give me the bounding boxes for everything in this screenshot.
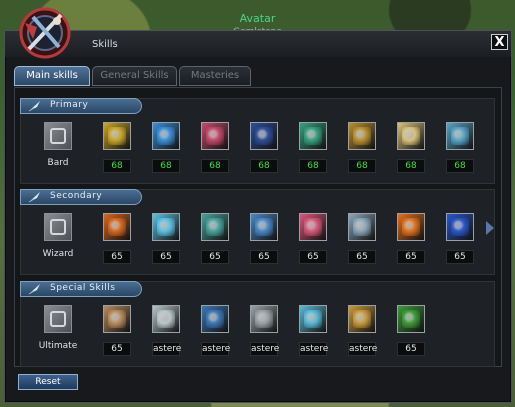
section-special-skills: Special Skills Ultimate 65 astere astere aste… bbox=[20, 281, 495, 367]
skill-glyph bbox=[402, 218, 420, 236]
ice-shard-icon[interactable] bbox=[250, 213, 278, 241]
tab-main-skills[interactable]: Main skills bbox=[14, 66, 90, 86]
reset-button[interactable]: Reset bbox=[18, 374, 78, 390]
skill-glyph bbox=[353, 218, 371, 236]
skill-glyph bbox=[157, 127, 175, 145]
quill-icon bbox=[28, 192, 40, 203]
skill-value: 68 bbox=[103, 159, 131, 173]
music-blue-icon[interactable] bbox=[152, 122, 180, 150]
flame-orb-icon[interactable] bbox=[397, 213, 425, 241]
quill-icon bbox=[28, 284, 40, 295]
swirl-icon[interactable] bbox=[348, 213, 376, 241]
skill-value: astere bbox=[348, 342, 378, 356]
window-title: Skills bbox=[92, 39, 118, 50]
skill-glyph bbox=[157, 218, 175, 236]
skill-value: astere bbox=[201, 342, 231, 356]
scroll-icon[interactable] bbox=[103, 305, 131, 333]
heart-pink-icon[interactable] bbox=[299, 213, 327, 241]
skill-value: 65 bbox=[152, 250, 180, 264]
class-label: Ultimate bbox=[38, 341, 78, 351]
skill-value: 68 bbox=[152, 159, 180, 173]
skill-glyph bbox=[255, 127, 273, 145]
skill-glyph bbox=[108, 127, 126, 145]
wave-blue-icon[interactable] bbox=[446, 122, 474, 150]
skill-glyph bbox=[451, 218, 469, 236]
skill-glyph bbox=[157, 310, 175, 328]
skill-value: 65 bbox=[348, 250, 376, 264]
skill-glyph bbox=[304, 218, 322, 236]
skill-glyph bbox=[206, 310, 224, 328]
heart-green-icon[interactable] bbox=[201, 122, 229, 150]
skill-glyph bbox=[451, 127, 469, 145]
skills-emblem-icon bbox=[19, 7, 71, 59]
section-title: Special Skills bbox=[50, 283, 116, 293]
next-page-arrow-icon[interactable] bbox=[486, 221, 494, 235]
skill-glyph bbox=[255, 310, 273, 328]
quill-icon bbox=[28, 101, 40, 112]
skill-glyph bbox=[402, 310, 420, 328]
ice-bolt-icon[interactable] bbox=[152, 213, 180, 241]
class-label: Wizard bbox=[42, 249, 74, 259]
class-emblem-icon bbox=[44, 122, 72, 150]
cross-gold-icon[interactable] bbox=[397, 122, 425, 150]
skills-window: Skills X Main skills General Skills Mast… bbox=[4, 7, 512, 403]
skill-value: 68 bbox=[299, 159, 327, 173]
section-primary: Primary Bard 68 68 68 68 68 68 68 68 bbox=[20, 98, 495, 184]
skill-glyph bbox=[353, 310, 371, 328]
skill-glyph bbox=[255, 218, 273, 236]
skill-glyph bbox=[108, 218, 126, 236]
class-label: Bard bbox=[47, 158, 69, 168]
skill-value: astere bbox=[299, 342, 329, 356]
harp-gold-icon[interactable] bbox=[348, 122, 376, 150]
tab-masteries[interactable]: Masteries bbox=[179, 66, 251, 86]
avatar-name: Avatar bbox=[239, 12, 276, 25]
skill-value: 65 bbox=[103, 250, 131, 264]
section-title: Primary bbox=[50, 100, 89, 110]
skill-value: 68 bbox=[348, 159, 376, 173]
skill-glyph bbox=[353, 127, 371, 145]
shield-gold-icon[interactable] bbox=[250, 122, 278, 150]
figure-blue-icon[interactable] bbox=[201, 305, 229, 333]
feather-icon[interactable] bbox=[152, 305, 180, 333]
skill-value: 65 bbox=[250, 250, 278, 264]
skill-glyph bbox=[402, 127, 420, 145]
skill-value: 65 bbox=[201, 250, 229, 264]
skill-value: 68 bbox=[250, 159, 278, 173]
section-header-secondary: Secondary bbox=[20, 189, 142, 205]
skill-value: astere bbox=[152, 342, 182, 356]
skill-value: 68 bbox=[201, 159, 229, 173]
lyre-gold-icon[interactable] bbox=[103, 122, 131, 150]
lightning-blue-icon[interactable] bbox=[446, 213, 474, 241]
skull-icon[interactable] bbox=[250, 305, 278, 333]
gem-gold-icon[interactable] bbox=[348, 305, 376, 333]
skill-value: 65 bbox=[397, 342, 425, 356]
class-emblem-icon bbox=[44, 305, 72, 333]
skill-value: 65 bbox=[299, 250, 327, 264]
skill-glyph bbox=[206, 127, 224, 145]
window-titlebar[interactable] bbox=[5, 31, 511, 57]
class-emblem-icon bbox=[44, 213, 72, 241]
skill-value: 68 bbox=[446, 159, 474, 173]
skill-value: 65 bbox=[397, 250, 425, 264]
leaf-green-icon[interactable] bbox=[397, 305, 425, 333]
close-button[interactable]: X bbox=[491, 34, 508, 50]
skill-value: 68 bbox=[397, 159, 425, 173]
fireball-icon[interactable] bbox=[103, 213, 131, 241]
skill-value: 65 bbox=[103, 342, 131, 356]
skills-panel: Primary Bard 68 68 68 68 68 68 68 68 Secondary Wiz… bbox=[14, 87, 502, 367]
skill-value: astere bbox=[250, 342, 280, 356]
skill-glyph bbox=[108, 310, 126, 328]
skill-value: 65 bbox=[446, 250, 474, 264]
section-title: Secondary bbox=[50, 191, 103, 201]
section-secondary: Secondary Wizard 65 65 65 65 65 65 65 65 bbox=[20, 189, 495, 275]
ring-green-icon[interactable] bbox=[201, 213, 229, 241]
spirit-cyan-icon[interactable] bbox=[299, 305, 327, 333]
skill-glyph bbox=[304, 127, 322, 145]
skill-glyph bbox=[206, 218, 224, 236]
heart-teal-icon[interactable] bbox=[299, 122, 327, 150]
section-header-special-skills: Special Skills bbox=[20, 281, 142, 297]
section-header-primary: Primary bbox=[20, 98, 142, 114]
tab-general-skills[interactable]: General Skills bbox=[92, 66, 177, 86]
skill-glyph bbox=[304, 310, 322, 328]
